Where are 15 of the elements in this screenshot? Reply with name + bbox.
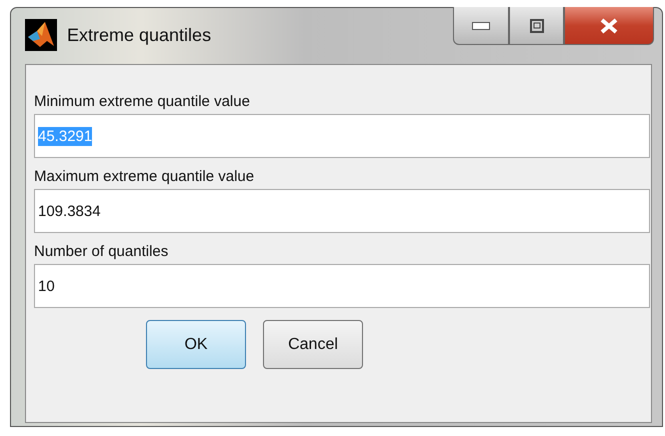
field-label: Minimum extreme quantile value [34,92,251,112]
maximize-icon [530,18,544,32]
close-icon [600,18,618,34]
input-field[interactable]: 10 [34,264,650,308]
field-label: Number of quantiles [34,242,170,262]
window-title: Extreme quantiles [67,24,212,46]
input-field[interactable]: 109.3834 [34,189,650,233]
dialog-button[interactable]: OK [146,320,246,369]
dialog-button[interactable]: Cancel [263,320,363,369]
minimize-button[interactable] [453,7,509,45]
close-button[interactable] [564,7,654,45]
minimize-icon [472,22,490,30]
maximize-button[interactable] [509,7,564,45]
app-logo-icon [25,19,57,51]
field-label: Maximum extreme quantile value [34,167,256,187]
